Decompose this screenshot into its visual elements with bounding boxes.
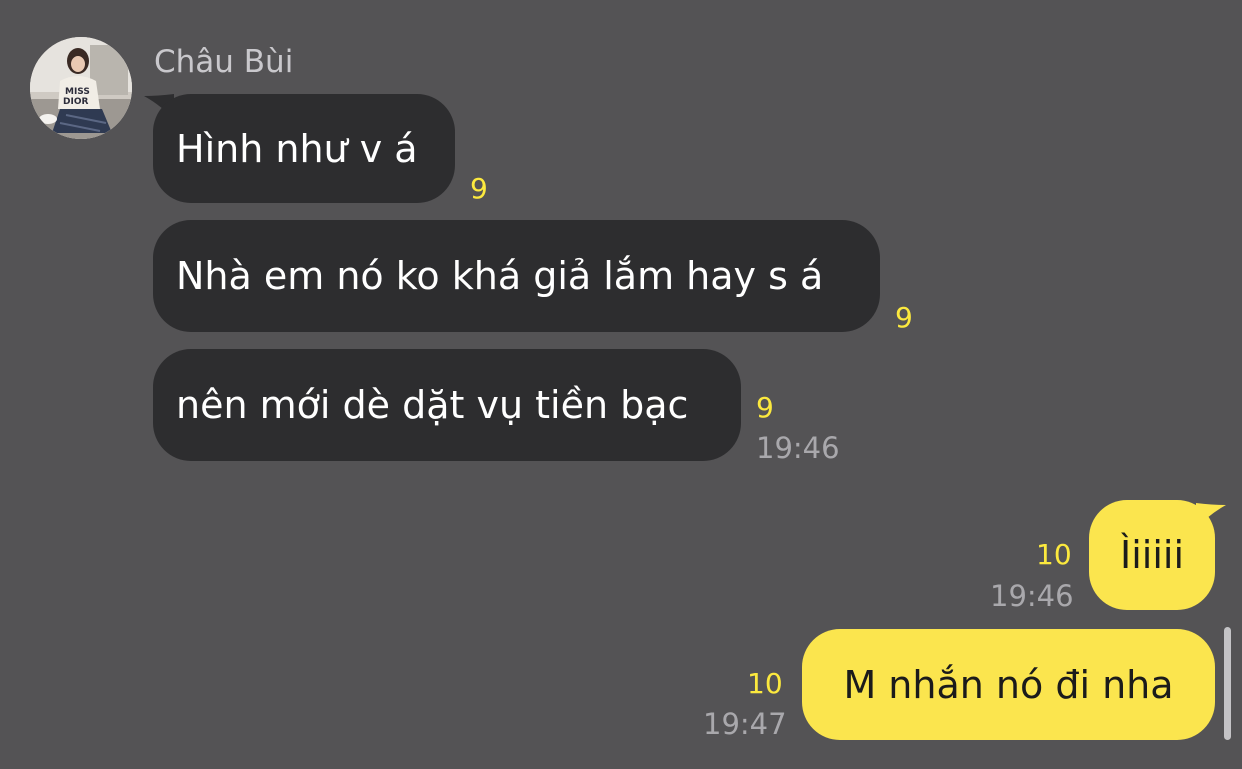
unread-count: 9 [470, 172, 488, 205]
unread-count: 10 [1036, 538, 1072, 571]
incoming-message-bubble[interactable]: nên mới dè dặt vụ tiền bạc [153, 349, 741, 461]
message-text: M nhắn nó đi nha [843, 662, 1174, 707]
outgoing-message-bubble[interactable]: Ìiiiii [1089, 500, 1215, 610]
unread-count: 10 [747, 667, 783, 700]
message-timestamp: 19:46 [990, 579, 1074, 613]
unread-count: 9 [895, 301, 913, 334]
outgoing-message-bubble[interactable]: M nhắn nó đi nha [802, 629, 1215, 740]
incoming-message-bubble[interactable]: Hình như v á [153, 94, 455, 203]
unread-count: 9 [756, 391, 774, 424]
message-text: Ìiiiii [1120, 533, 1184, 577]
chat-screen: MISS DIOR Châu Bùi Hình như v á 9 Nhà em… [0, 0, 1242, 769]
avatar-photo: MISS DIOR [30, 37, 132, 139]
message-text: Nhà em nó ko khá giả lắm hay s á [176, 254, 824, 298]
chat-scrollbar[interactable] [1224, 627, 1231, 740]
sender-name: Châu Bùi [154, 44, 294, 80]
svg-text:MISS: MISS [65, 87, 90, 97]
message-timestamp: 19:47 [703, 707, 787, 741]
incoming-message-bubble[interactable]: Nhà em nó ko khá giả lắm hay s á [153, 220, 880, 332]
message-text: Hình như v á [176, 126, 418, 171]
svg-text:DIOR: DIOR [63, 97, 88, 107]
message-timestamp: 19:46 [756, 431, 840, 465]
sender-avatar[interactable]: MISS DIOR [30, 37, 132, 139]
message-text: nên mới dè dặt vụ tiền bạc [176, 383, 689, 427]
